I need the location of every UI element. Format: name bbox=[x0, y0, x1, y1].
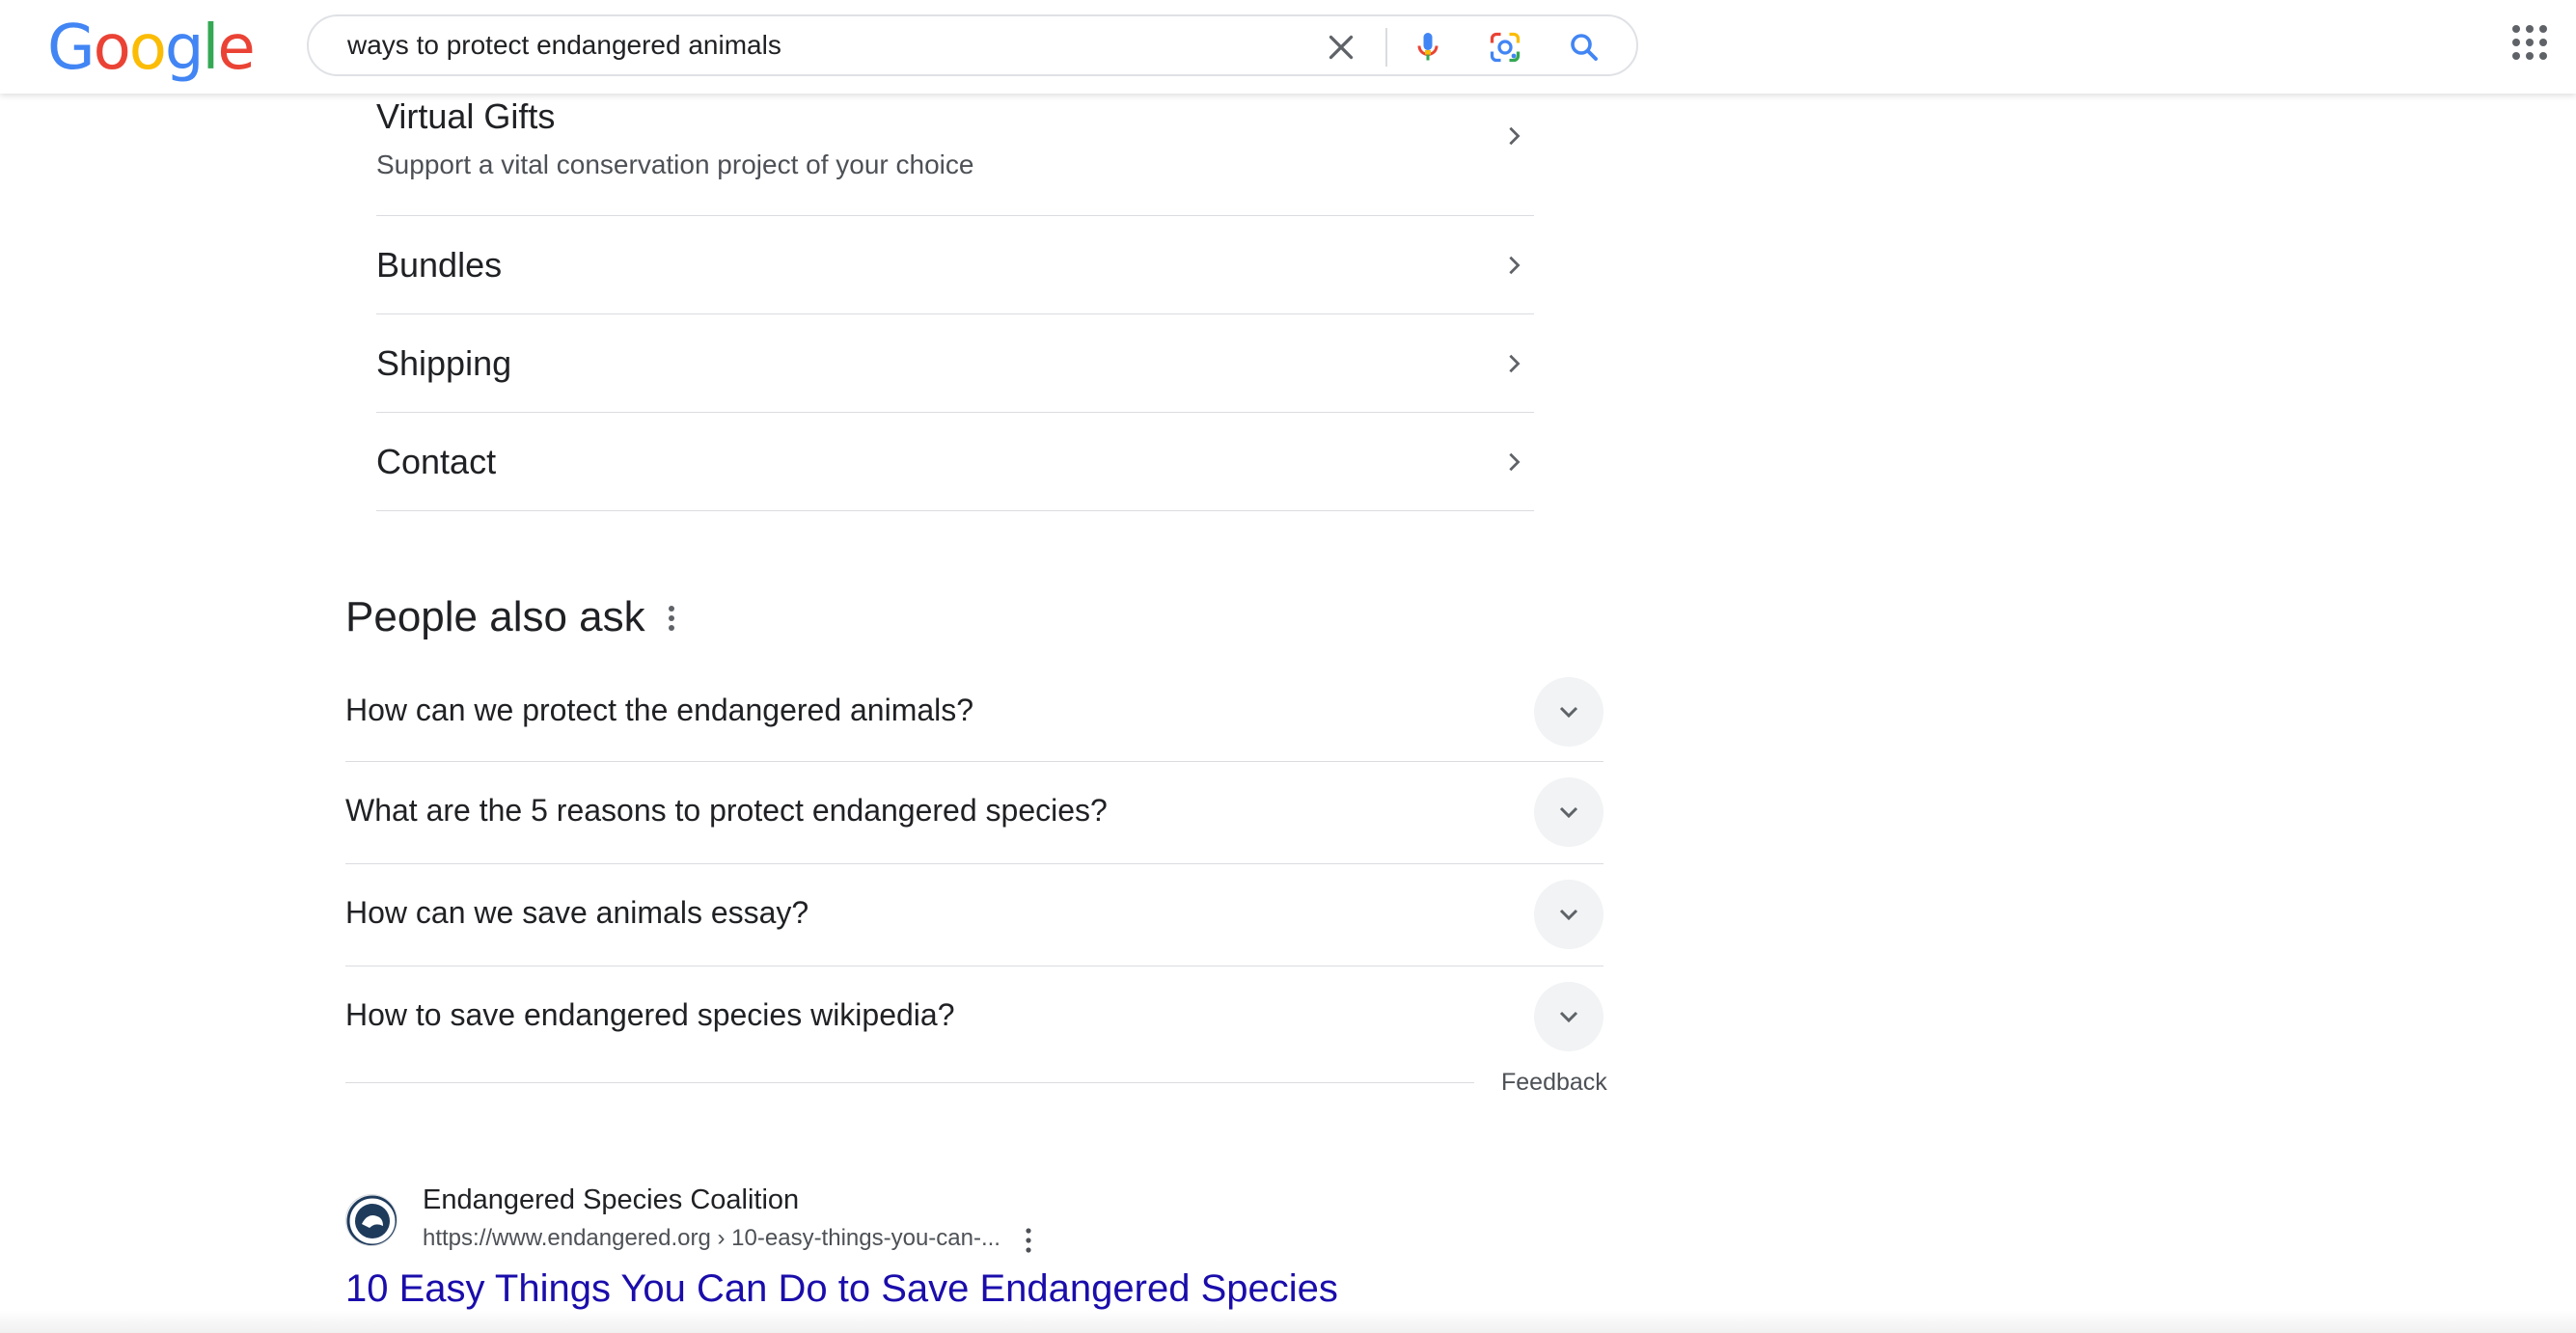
paa-expand-button[interactable] bbox=[1534, 880, 1603, 949]
chevron-down-icon bbox=[1559, 1011, 1578, 1023]
paa-question[interactable]: What are the 5 reasons to protect endang… bbox=[345, 762, 1603, 864]
paa-question-text: How can we protect the endangered animal… bbox=[345, 693, 974, 727]
logo-letter-o2: o bbox=[128, 13, 167, 84]
result-url[interactable]: https://www.endangered.org › 10-easy-thi… bbox=[423, 1225, 1000, 1252]
sitelink-title: Bundles bbox=[376, 245, 503, 285]
paa-question-text: How to save endangered species wikipedia… bbox=[345, 997, 955, 1032]
sitelink-description: Support a vital conservation project of … bbox=[376, 150, 974, 179]
more-options-icon[interactable] bbox=[666, 604, 677, 633]
logo-letter-l: l bbox=[202, 13, 220, 84]
site-logo-icon bbox=[346, 1195, 397, 1245]
google-lens-icon[interactable] bbox=[1488, 30, 1522, 65]
google-logo[interactable]: Google bbox=[47, 13, 256, 84]
paa-expand-button[interactable] bbox=[1534, 777, 1603, 847]
chevron-right-icon bbox=[1509, 126, 1521, 146]
paa-expand-button[interactable] bbox=[1534, 982, 1603, 1051]
feedback-divider bbox=[345, 1082, 1474, 1083]
feedback-link[interactable]: Feedback bbox=[1501, 1069, 1607, 1097]
paa-question-text: What are the 5 reasons to protect endang… bbox=[345, 793, 1108, 828]
chevron-right-icon bbox=[1509, 354, 1521, 373]
paa-expand-button[interactable] bbox=[1534, 677, 1603, 747]
sitelink-shipping[interactable]: Shipping bbox=[376, 314, 1534, 413]
paa-question[interactable]: How to save endangered species wikipedia… bbox=[345, 966, 1603, 1069]
paa-question-text: How can we save animals essay? bbox=[345, 895, 809, 930]
search-box bbox=[307, 14, 1638, 76]
people-also-ask-header: People also ask bbox=[345, 590, 674, 644]
more-options-icon[interactable] bbox=[1024, 1227, 1033, 1254]
chevron-right-icon bbox=[1509, 452, 1521, 472]
paa-question[interactable]: How can we protect the endangered animal… bbox=[345, 675, 1603, 762]
result-title-link[interactable]: 10 Easy Things You Can Do to Save Endang… bbox=[345, 1267, 1338, 1311]
logo-letter-g: G bbox=[47, 13, 96, 84]
sitelinks-list: Virtual Gifts Support a vital conservati… bbox=[376, 93, 1534, 511]
apps-grid-icon[interactable] bbox=[2512, 25, 2547, 60]
sitelink-title: Shipping bbox=[376, 343, 512, 383]
sitelink-contact[interactable]: Contact bbox=[376, 413, 1534, 511]
chevron-down-icon bbox=[1559, 909, 1578, 921]
chevron-right-icon bbox=[1509, 256, 1521, 275]
sitelink-bundles[interactable]: Bundles bbox=[376, 216, 1534, 314]
sitelink-title: Virtual Gifts bbox=[376, 96, 556, 136]
chevron-down-icon bbox=[1559, 806, 1578, 819]
close-icon[interactable] bbox=[1324, 30, 1358, 65]
site-favicon bbox=[345, 1194, 397, 1246]
microphone-icon[interactable] bbox=[1411, 30, 1445, 65]
people-also-ask-list: How can we protect the endangered animal… bbox=[345, 675, 1603, 1069]
logo-letter-e: e bbox=[217, 13, 255, 84]
search-icon[interactable] bbox=[1567, 30, 1602, 65]
chevron-down-icon bbox=[1559, 706, 1578, 719]
paa-question[interactable]: How can we save animals essay? bbox=[345, 864, 1603, 966]
result-site-name[interactable]: Endangered Species Coalition bbox=[423, 1184, 799, 1216]
search-header: Google bbox=[0, 0, 2576, 94]
logo-letter-o1: o bbox=[93, 13, 131, 84]
logo-letter-g2: g bbox=[164, 13, 205, 84]
search-divider bbox=[1385, 28, 1387, 67]
sitelink-virtual-gifts[interactable]: Virtual Gifts Support a vital conservati… bbox=[376, 93, 1534, 216]
sitelink-title: Contact bbox=[376, 442, 497, 481]
bottom-shadow bbox=[0, 1310, 2576, 1333]
people-also-ask-title: People also ask bbox=[345, 593, 645, 640]
